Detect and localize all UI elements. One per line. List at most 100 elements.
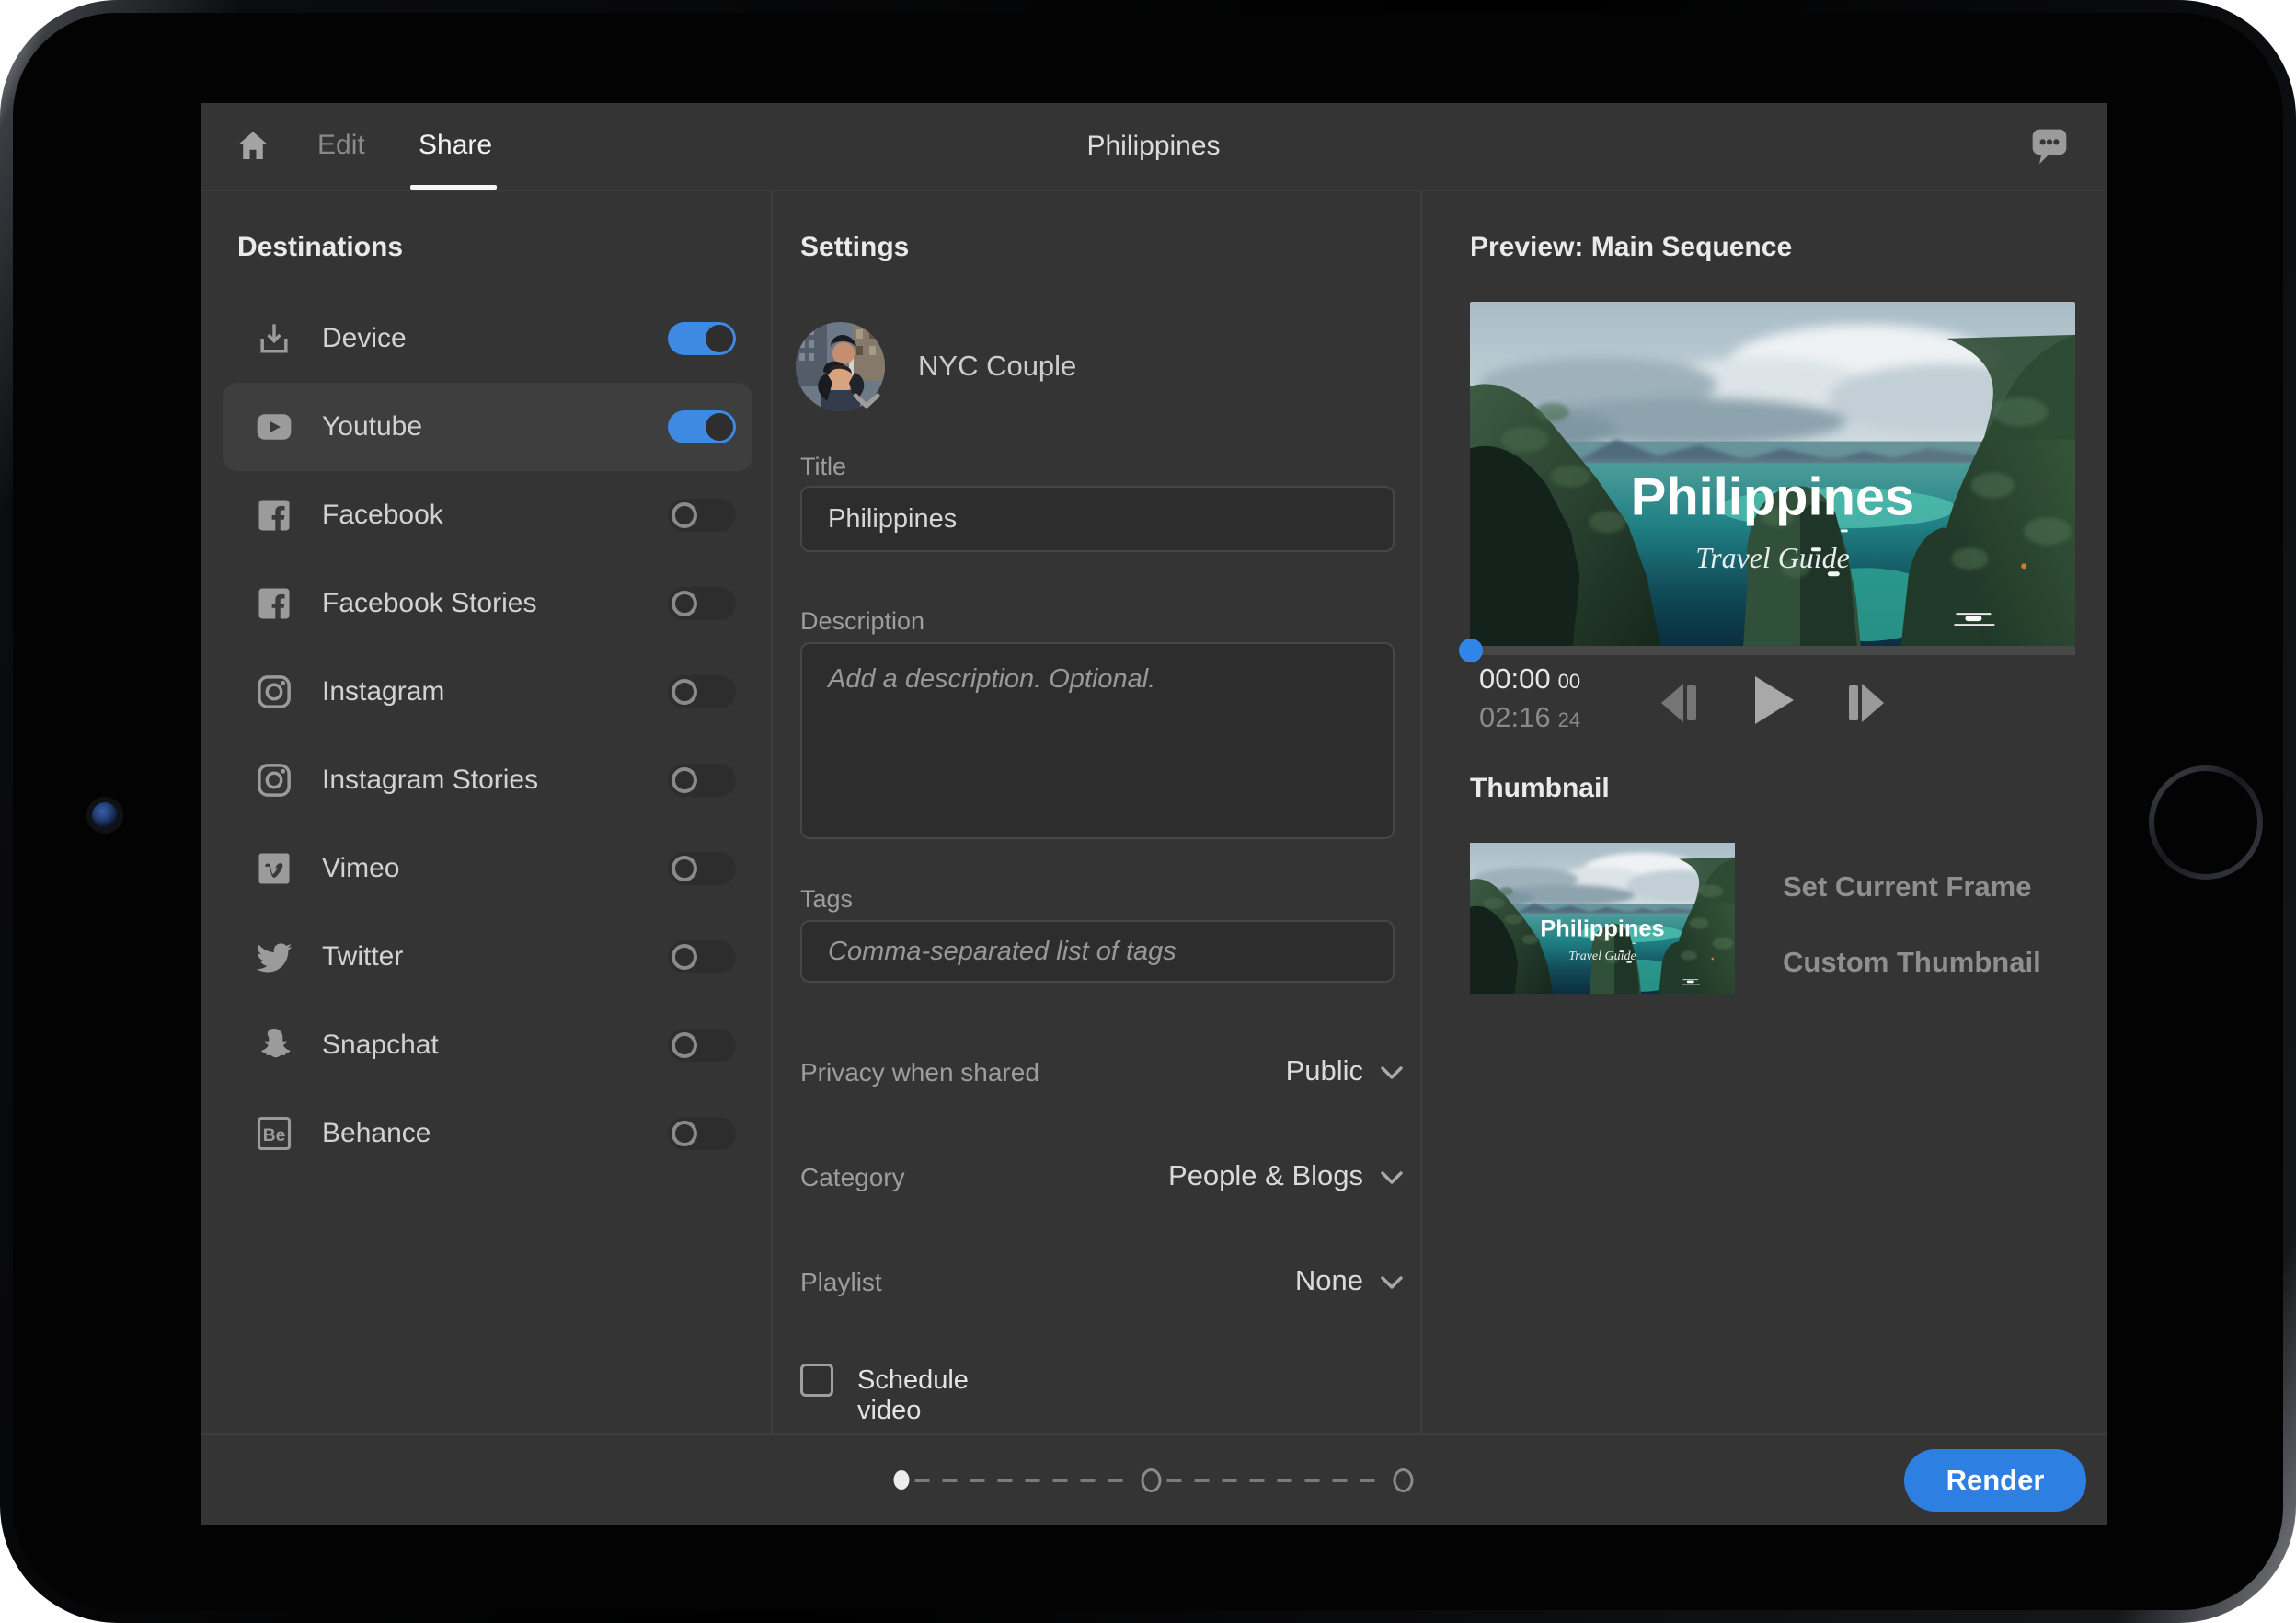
destination-row-facebook-stories[interactable]: Facebook Stories	[223, 559, 752, 648]
instagram-toggle[interactable]	[668, 675, 736, 708]
privacy-value: Public	[1286, 1054, 1363, 1088]
title-input[interactable]	[800, 486, 1395, 552]
svg-text:Be: Be	[263, 1126, 286, 1145]
total-timecode: 02:1624	[1479, 701, 1580, 734]
account-name[interactable]: NYC Couple	[918, 350, 1076, 383]
app-window: Edit Share Philippines Destinations	[201, 103, 2107, 1525]
privacy-dropdown[interactable]: Privacy when shared Public	[800, 1053, 1404, 1095]
playhead[interactable]	[1459, 639, 1483, 662]
settings-panel: Settings	[773, 191, 1422, 1435]
custom-thumbnail-button[interactable]: Custom Thumbnail	[1783, 946, 2041, 979]
step-3-dot[interactable]	[1394, 1468, 1414, 1492]
tags-label: Tags	[800, 885, 853, 914]
instagram-stories-toggle[interactable]	[668, 764, 736, 797]
toggle-knob	[706, 413, 733, 441]
destination-row-behance[interactable]: Be Behance	[223, 1089, 752, 1178]
youtube-icon	[254, 407, 294, 447]
description-input[interactable]	[800, 642, 1395, 839]
destination-label: Twitter	[322, 941, 403, 973]
preview-panel: Preview: Main Sequence 00:0000 02:1624	[1422, 191, 2107, 1435]
video-preview[interactable]	[1470, 302, 2075, 646]
device-toggle[interactable]	[668, 322, 736, 355]
schedule-video-label: Schedule video	[857, 1365, 969, 1426]
play-button[interactable]	[1750, 673, 1797, 727]
tags-input[interactable]	[800, 920, 1395, 983]
title-label: Title	[800, 453, 846, 481]
category-value: People & Blogs	[1168, 1159, 1363, 1192]
facebook-stories-toggle[interactable]	[668, 587, 736, 620]
destination-label: Facebook	[322, 500, 443, 531]
settings-heading: Settings	[800, 232, 909, 263]
behance-toggle[interactable]	[668, 1117, 736, 1150]
instagram-icon	[254, 760, 294, 800]
toggle-knob	[672, 856, 697, 881]
chevron-down-icon	[1380, 1170, 1404, 1186]
playlist-value: None	[1295, 1264, 1363, 1297]
twitter-icon	[254, 937, 294, 977]
tablet-device-frame: Edit Share Philippines Destinations	[0, 0, 2296, 1623]
snapchat-toggle[interactable]	[668, 1029, 736, 1062]
destinations-panel: Destinations Device	[201, 191, 773, 1435]
facebook-toggle[interactable]	[668, 499, 736, 532]
twitter-toggle[interactable]	[668, 940, 736, 973]
destination-label: Behance	[322, 1118, 430, 1149]
project-title: Philippines	[201, 131, 2107, 162]
feedback-chat-icon[interactable]	[2029, 125, 2070, 167]
destination-label: Vimeo	[322, 853, 400, 884]
device-download-icon	[254, 318, 294, 359]
playlist-dropdown[interactable]: Playlist None	[800, 1262, 1404, 1305]
footer-bar: Render	[201, 1433, 2107, 1525]
toggle-knob	[672, 591, 697, 616]
category-label: Category	[800, 1163, 905, 1192]
category-dropdown[interactable]: Category People & Blogs	[800, 1157, 1404, 1200]
destination-row-twitter[interactable]: Twitter	[223, 913, 752, 1001]
scrubber-track[interactable]	[1470, 646, 2075, 655]
thumbnail-heading: Thumbnail	[1470, 773, 1610, 804]
stepper-dash	[915, 1479, 1136, 1482]
toggle-knob	[672, 1032, 697, 1058]
instagram-icon	[254, 672, 294, 712]
screenshot-stage: Edit Share Philippines Destinations	[0, 0, 2296, 1623]
facebook-icon	[254, 583, 294, 624]
destination-row-device[interactable]: Device	[223, 294, 752, 383]
destination-row-facebook[interactable]: Facebook	[223, 471, 752, 559]
workflow-stepper	[894, 1468, 1414, 1492]
destination-row-youtube[interactable]: Youtube	[223, 383, 752, 471]
set-current-frame-button[interactable]: Set Current Frame	[1783, 870, 2031, 904]
main-content: Destinations Device	[201, 191, 2107, 1435]
destinations-heading: Destinations	[237, 232, 403, 263]
stepper-dash	[1167, 1479, 1388, 1482]
chevron-down-icon	[1380, 1065, 1404, 1081]
toggle-knob	[706, 325, 733, 352]
chevron-down-icon	[1380, 1275, 1404, 1291]
thumbnail-image[interactable]	[1470, 843, 1735, 994]
destination-row-instagram[interactable]: Instagram	[223, 648, 752, 736]
destination-row-instagram-stories[interactable]: Instagram Stories	[223, 736, 752, 824]
account-chevron-down-icon[interactable]	[852, 392, 881, 410]
toggle-knob	[672, 767, 697, 793]
step-1-active-dot[interactable]	[894, 1470, 910, 1490]
step-forward-button[interactable]	[1843, 679, 1889, 727]
step-back-button[interactable]	[1656, 679, 1702, 727]
vimeo-toggle[interactable]	[668, 852, 736, 885]
privacy-label: Privacy when shared	[800, 1058, 1039, 1088]
step-2-dot[interactable]	[1142, 1468, 1162, 1492]
snapchat-icon	[254, 1025, 294, 1065]
youtube-toggle[interactable]	[668, 410, 736, 443]
preview-heading: Preview: Main Sequence	[1470, 232, 1792, 263]
destination-label: Snapchat	[322, 1030, 439, 1061]
destinations-list: Device Youtube	[223, 294, 752, 1178]
current-timecode: 00:0000	[1479, 662, 1580, 696]
render-button[interactable]: Render	[1904, 1449, 2086, 1512]
home-button[interactable]	[2149, 765, 2263, 880]
vimeo-icon	[254, 848, 294, 889]
destination-row-snapchat[interactable]: Snapchat	[223, 1001, 752, 1089]
behance-icon: Be	[254, 1113, 294, 1154]
schedule-video-checkbox[interactable]	[800, 1364, 833, 1397]
facebook-icon	[254, 495, 294, 535]
destination-label: Instagram Stories	[322, 765, 538, 796]
toggle-knob	[672, 502, 697, 528]
toggle-knob	[672, 679, 697, 705]
destination-row-vimeo[interactable]: Vimeo	[223, 824, 752, 913]
share-tab-underline	[410, 185, 497, 190]
